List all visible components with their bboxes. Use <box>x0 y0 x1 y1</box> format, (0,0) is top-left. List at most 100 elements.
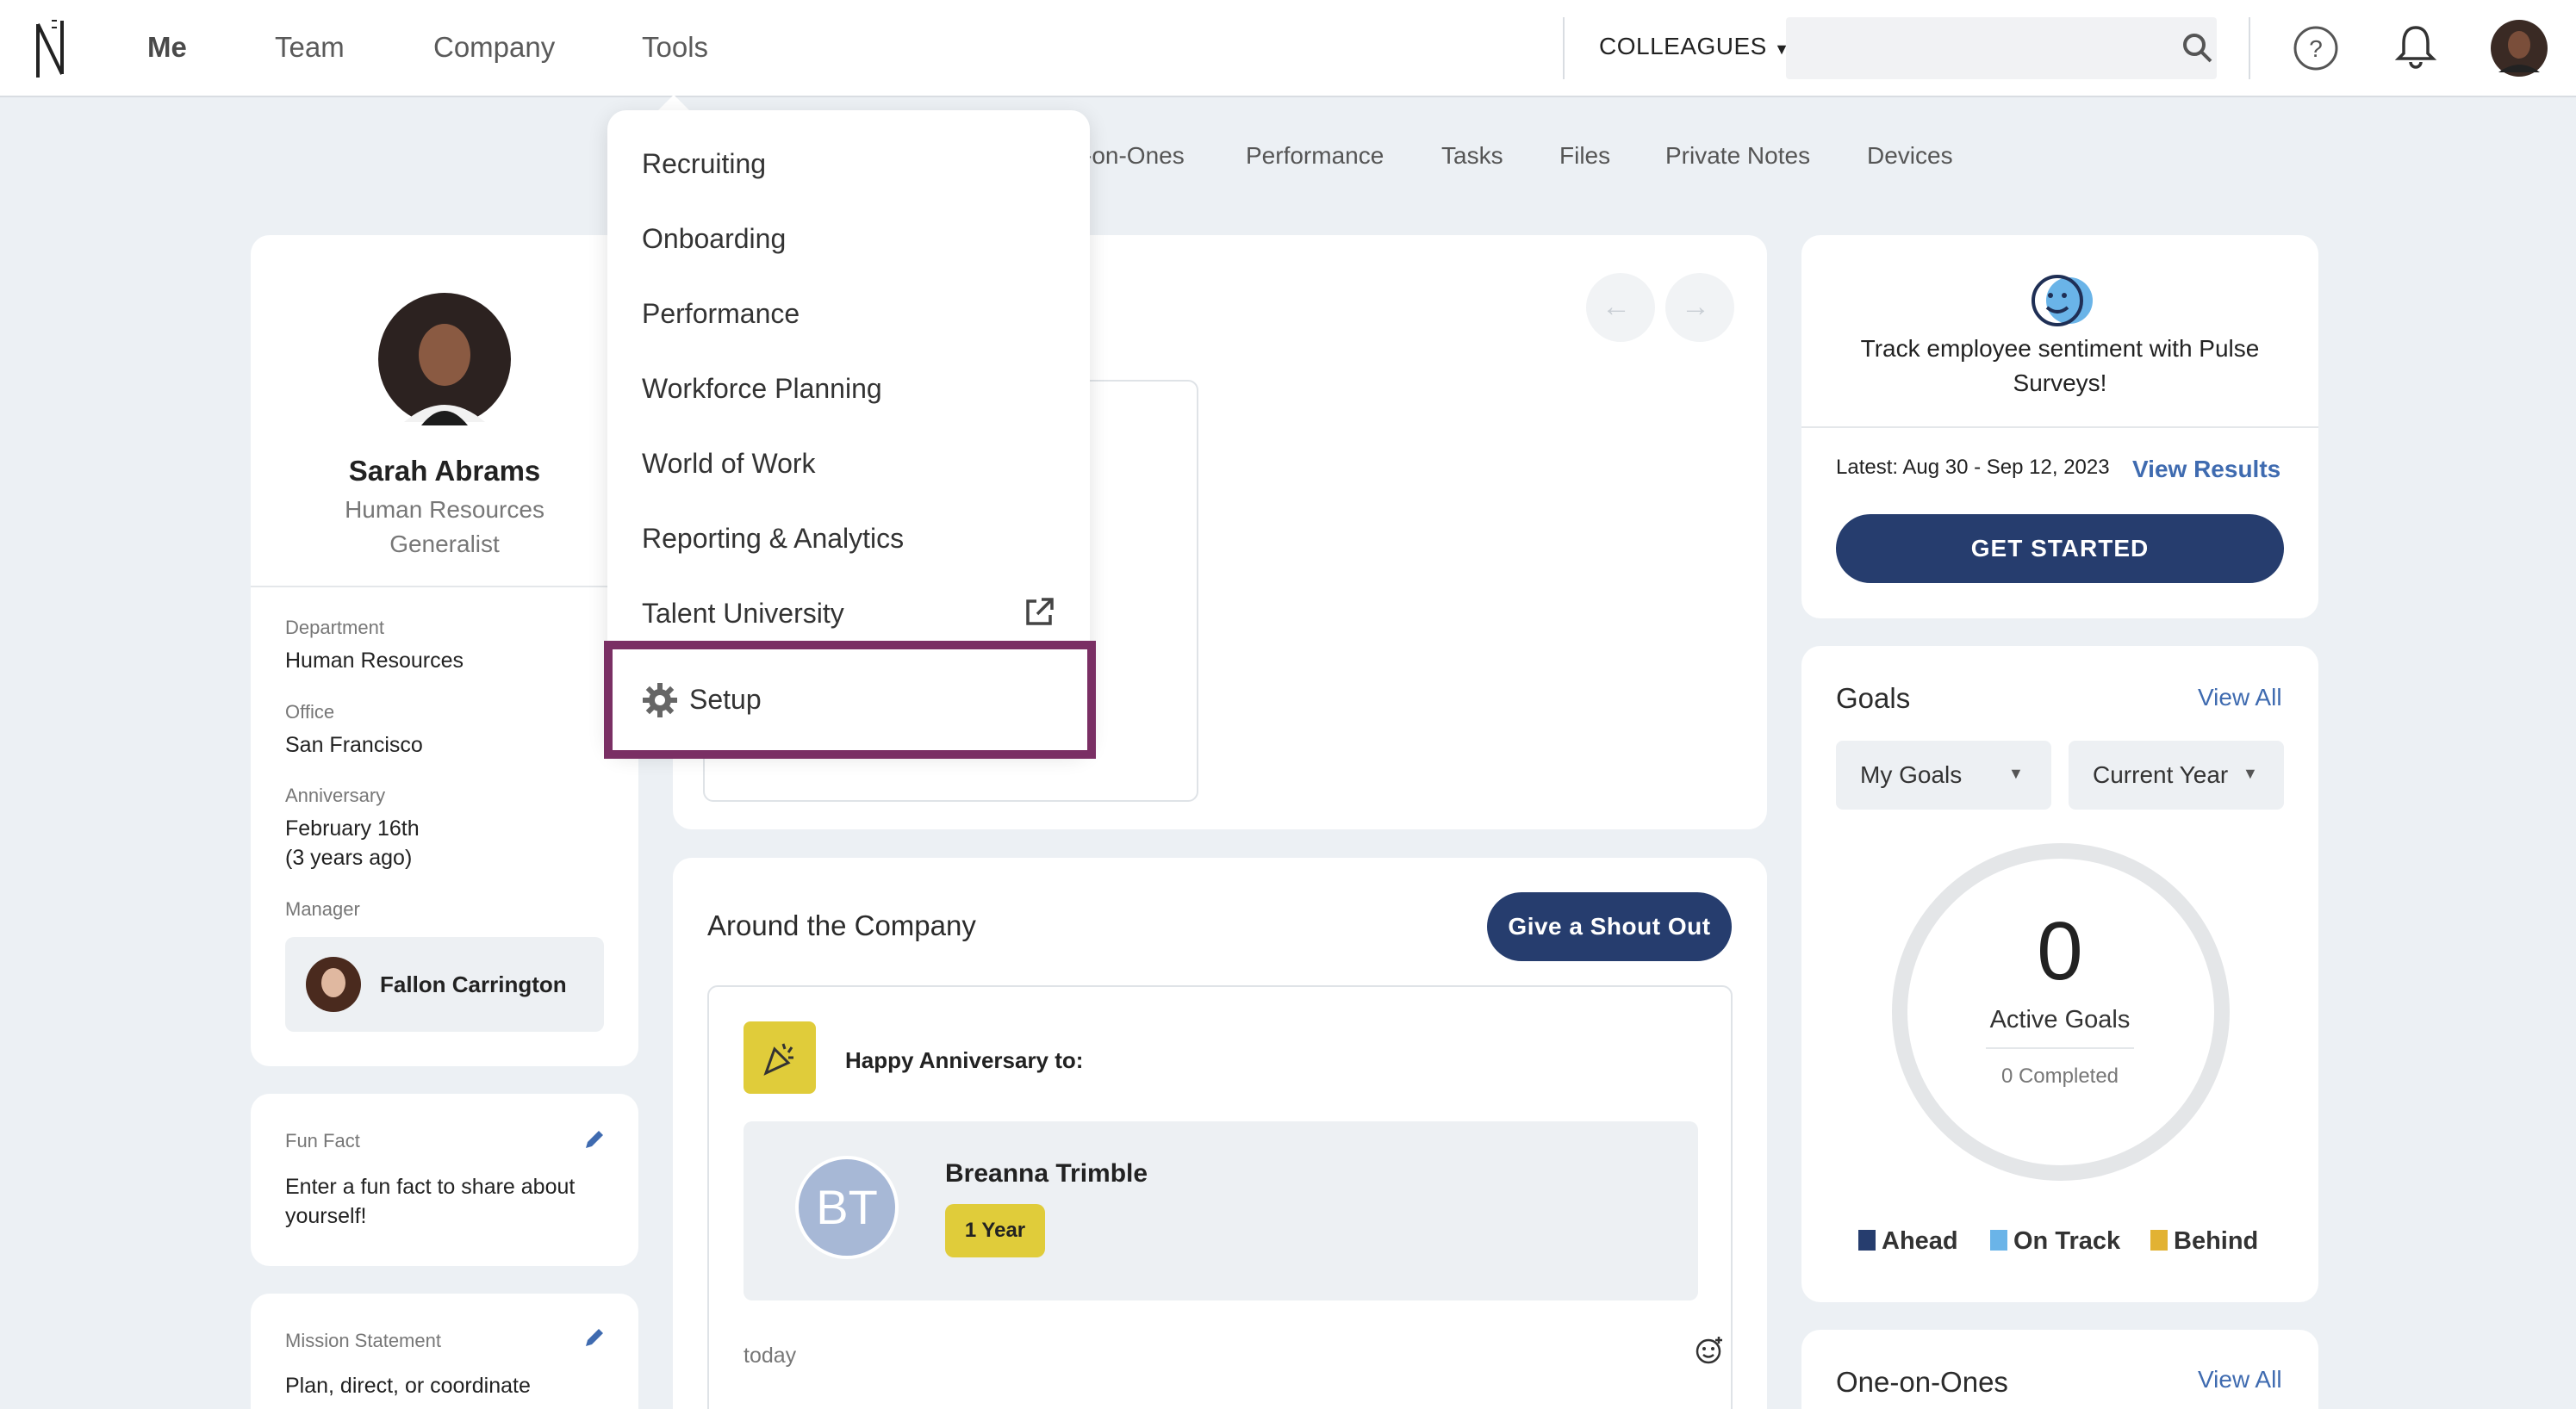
nav-company[interactable]: Company <box>433 31 555 64</box>
legend-on-track-label: On Track <box>2013 1227 2121 1255</box>
logo-icon[interactable] <box>33 17 67 81</box>
arrow-right-icon: → <box>1681 290 1710 323</box>
completed-goals-label: 0 Completed <box>2000 1065 2119 1088</box>
one-on-ones-card: One-on-Ones View All <box>1801 1330 2318 1409</box>
nav-me[interactable]: Me <box>147 31 187 64</box>
caret-down-icon: ▼ <box>2243 765 2258 782</box>
tab-tasks[interactable]: Tasks <box>1441 142 1503 170</box>
mission-card: Mission Statement Plan, direct, or coord… <box>251 1294 638 1409</box>
fun-fact-label: Fun Fact <box>285 1130 360 1151</box>
edit-icon[interactable] <box>583 1128 606 1151</box>
active-goals-count: 0 <box>2037 905 2083 997</box>
tab-private-notes[interactable]: Private Notes <box>1665 142 1810 170</box>
manager-label: Manager <box>285 898 360 920</box>
legend-behind-swatch <box>2150 1230 2168 1251</box>
tab-one-on-ones[interactable]: -on-Ones <box>1084 142 1185 170</box>
search-icon[interactable] <box>2181 32 2214 65</box>
goals-view-all-link[interactable]: View All <box>2198 684 2282 711</box>
menu-item-talent-university[interactable]: Talent University <box>642 598 844 630</box>
nav-tools[interactable]: Tools <box>642 31 708 64</box>
anniversary-post: Happy Anniversary to: BT Breanna Trimble… <box>707 985 1733 1409</box>
goals-card: Goals View All My Goals ▼ Current Year ▼… <box>1801 646 2318 1302</box>
top-navigation-bar: Me Team Company Tools COLLEAGUES ▼ ? <box>0 0 2576 97</box>
around-title: Around the Company <box>707 909 976 941</box>
profile-card: Sarah Abrams Human Resources Generalist … <box>251 235 638 1066</box>
one-on-ones-view-all-link[interactable]: View All <box>2198 1366 2282 1393</box>
divider <box>251 586 638 587</box>
legend-ahead-label: Ahead <box>1882 1227 1958 1255</box>
tab-files[interactable]: Files <box>1559 142 1610 170</box>
menu-item-workforce-planning[interactable]: Workforce Planning <box>642 373 882 405</box>
caret-down-icon: ▼ <box>2008 765 2024 782</box>
legend-behind-label: Behind <box>2174 1227 2259 1255</box>
search-input[interactable] <box>1786 17 2217 79</box>
pulse-smiley-icon <box>2032 275 2093 326</box>
pulse-text-line2: Surveys! <box>2013 369 2107 396</box>
menu-item-setup[interactable]: Setup <box>604 641 1096 759</box>
post-time: today <box>744 1344 797 1368</box>
party-icon <box>744 1021 816 1094</box>
svg-text:?: ? <box>2309 35 2323 62</box>
divider <box>1801 426 2318 428</box>
gear-icon <box>643 683 677 717</box>
add-reaction-icon[interactable] <box>1695 1335 1726 1366</box>
bell-icon[interactable] <box>2392 22 2440 71</box>
divider <box>2249 17 2250 79</box>
one-on-ones-title: One-on-Ones <box>1836 1366 2008 1398</box>
person-name: Breanna Trimble <box>945 1159 1148 1188</box>
goals-owner-value: My Goals <box>1860 761 1963 788</box>
get-started-button[interactable]: GET STARTED <box>1836 514 2284 583</box>
manager-chip[interactable]: Fallon Carrington <box>285 937 604 1032</box>
profile-title-line2: Generalist <box>389 531 500 557</box>
department-label: Department <box>285 617 384 638</box>
pulse-text-line1: Track employee sentiment with Pulse <box>1860 335 2260 362</box>
pulse-latest: Latest: Aug 30 - Sep 12, 2023 <box>1836 456 2110 479</box>
divider <box>1563 17 1565 79</box>
legend-on-track-swatch <box>1990 1230 2007 1251</box>
happy-anniversary-label: Happy Anniversary to: <box>845 1047 1084 1073</box>
nav-team[interactable]: Team <box>275 31 345 64</box>
prev-button[interactable]: ← <box>1586 273 1655 342</box>
goals-period-value: Current Year <box>2093 761 2229 788</box>
external-link-icon <box>1026 598 1054 625</box>
edit-icon[interactable] <box>583 1326 606 1349</box>
office-value: San Francisco <box>285 733 423 757</box>
legend-ahead-swatch <box>1858 1230 1876 1251</box>
arrow-left-icon: ← <box>1602 290 1631 323</box>
manager-name: Fallon Carrington <box>380 971 567 997</box>
anniversary-person-row[interactable]: BT Breanna Trimble 1 Year <box>744 1121 1698 1300</box>
fun-fact-text-line2: yourself! <box>285 1204 367 1228</box>
setup-label: Setup <box>689 684 762 715</box>
fun-fact-text-line1: Enter a fun fact to share about <box>285 1175 576 1199</box>
profile-name: Sarah Abrams <box>348 455 541 487</box>
years-badge: 1 Year <box>945 1204 1045 1257</box>
help-icon[interactable]: ? <box>2292 24 2340 72</box>
menu-item-reporting-analytics[interactable]: Reporting & Analytics <box>642 523 904 555</box>
anniversary-label: Anniversary <box>285 785 386 806</box>
person-initials-avatar: BT <box>795 1156 899 1259</box>
menu-item-world-of-work[interactable]: World of Work <box>642 448 816 480</box>
next-button[interactable]: → <box>1665 273 1734 342</box>
anniversary-value: February 16th <box>285 816 420 841</box>
manager-avatar <box>306 957 361 1012</box>
dropdown-caret <box>656 95 691 112</box>
anniversary-ago: (3 years ago) <box>285 846 413 870</box>
colleagues-label: COLLEAGUES <box>1599 33 1767 59</box>
profile-photo <box>378 293 511 425</box>
goals-owner-select[interactable]: My Goals ▼ <box>1836 741 2051 810</box>
view-results-link[interactable]: View Results <box>2132 456 2280 483</box>
menu-item-performance[interactable]: Performance <box>642 298 800 330</box>
avatar[interactable] <box>2490 19 2548 78</box>
active-goals-label: Active Goals <box>1989 1006 2131 1033</box>
fun-fact-card: Fun Fact Enter a fun fact to share about… <box>251 1094 638 1266</box>
profile-title-line1: Human Resources <box>345 496 544 523</box>
give-shout-out-button[interactable]: Give a Shout Out <box>1487 892 1732 961</box>
divider <box>1986 1047 2134 1049</box>
tab-devices[interactable]: Devices <box>1867 142 1953 170</box>
goals-period-select[interactable]: Current Year ▼ <box>2069 741 2284 810</box>
menu-item-onboarding[interactable]: Onboarding <box>642 223 786 255</box>
colleagues-dropdown[interactable]: COLLEAGUES ▼ <box>1599 33 1789 60</box>
tab-performance[interactable]: Performance <box>1246 142 1384 170</box>
menu-item-recruiting[interactable]: Recruiting <box>642 148 766 180</box>
mission-label: Mission Statement <box>285 1330 441 1351</box>
